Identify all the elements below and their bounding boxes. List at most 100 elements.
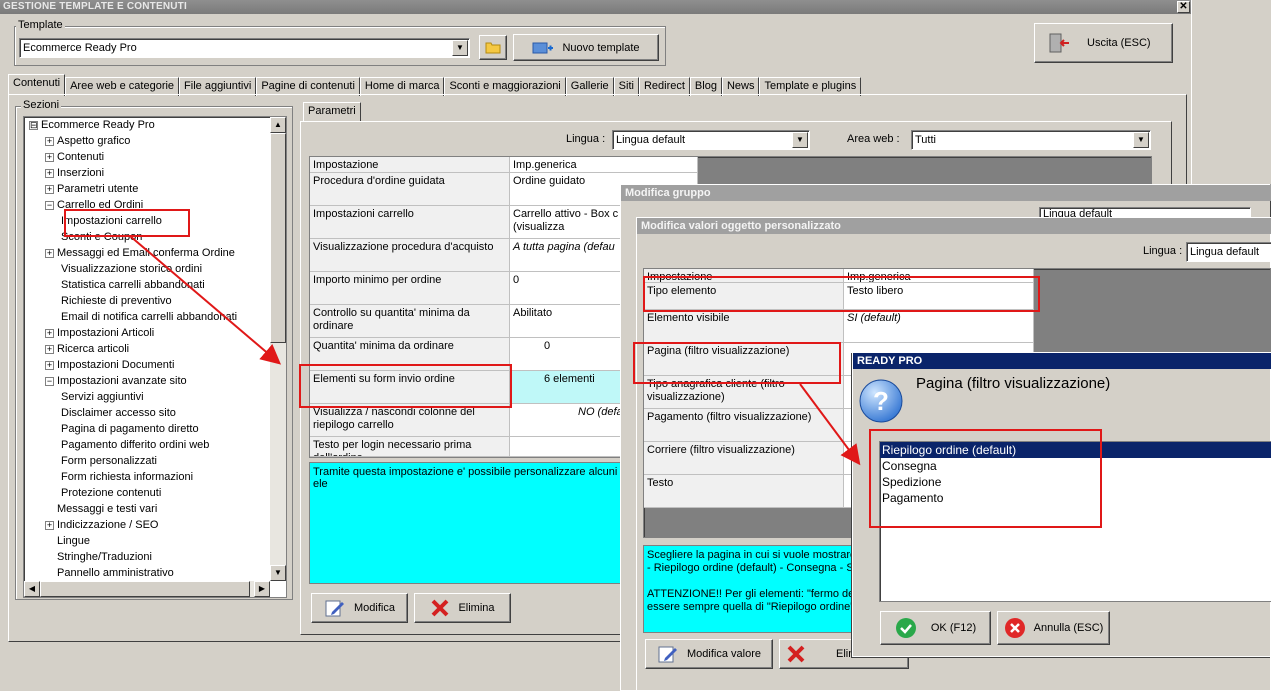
- new-template-icon: [532, 42, 554, 53]
- tree-item[interactable]: + Parametri utente: [45, 182, 138, 197]
- new-template-button[interactable]: Nuovo template: [513, 34, 659, 61]
- tree-item[interactable]: Disclaimer accesso sito: [61, 406, 176, 421]
- tree-expander-icon[interactable]: +: [45, 328, 54, 338]
- tree-item[interactable]: Messaggi e testi vari: [45, 502, 157, 517]
- dialog-ready-pro-title: READY PRO: [853, 353, 1271, 369]
- obj-lingua-select[interactable]: Lingua default: [1186, 242, 1271, 262]
- highlight-options: [869, 429, 1102, 528]
- tree-item-label: Messaggi ed Email conferma Ordine: [57, 247, 235, 259]
- tree-item[interactable]: Pagamento differito ordini web: [61, 438, 209, 453]
- tree-expander-icon[interactable]: +: [45, 248, 54, 258]
- lingua-select[interactable]: Lingua default ▼: [612, 130, 810, 150]
- cancel-button[interactable]: Annulla (ESC): [997, 611, 1110, 645]
- delete-button[interactable]: Elimina: [414, 593, 511, 623]
- tree-item[interactable]: Lingue: [45, 534, 90, 549]
- tree-expander-icon[interactable]: +: [45, 520, 54, 530]
- tree-item-label: Indicizzazione / SEO: [57, 519, 159, 531]
- tree-item[interactable]: + Aspetto grafico: [45, 134, 130, 149]
- tree-item-label: Form richiesta informazioni: [61, 471, 194, 483]
- ok-button[interactable]: OK (F12): [880, 611, 991, 645]
- tree-item-label: Pagamento differito ordini web: [61, 439, 210, 451]
- tree-expander-icon[interactable]: +: [45, 136, 54, 146]
- tree-item[interactable]: Statistica carrelli abbandonati: [61, 278, 205, 293]
- modify-value-button[interactable]: Modifica valore: [645, 639, 773, 669]
- tree-item[interactable]: Richieste di preventivo: [61, 294, 172, 309]
- lingua-label: Lingua :: [566, 133, 606, 145]
- area-web-label: Area web :: [847, 133, 900, 145]
- tree-item[interactable]: Pagina di pagamento diretto: [61, 422, 199, 437]
- tree-item[interactable]: Email di notifica carrelli abbandonati: [61, 310, 237, 325]
- template-group-label: Template: [16, 19, 65, 31]
- tree-item[interactable]: Pannello amministrativo: [45, 566, 174, 581]
- tree-item[interactable]: + Ricerca articoli: [45, 342, 129, 357]
- tree-item[interactable]: + Indicizzazione / SEO: [45, 518, 159, 533]
- tree-item-label: Impostazioni avanzate sito: [57, 375, 187, 387]
- tree-item-label: Parametri utente: [57, 183, 139, 195]
- sections-tree[interactable]: ⊟ Ecommerce Ready Pro + Aspetto grafico + Con…: [23, 116, 287, 598]
- highlight-tipo-elemento: [643, 276, 1040, 312]
- question-icon: ?: [858, 378, 904, 427]
- tree-item-label: Ricerca articoli: [57, 343, 130, 355]
- tree-item[interactable]: Visualizzazione storico ordini: [61, 262, 202, 277]
- tree-item-label: Email di notifica carrelli abbandonati: [61, 311, 238, 323]
- tree-expander-icon[interactable]: +: [45, 168, 54, 178]
- tree-item-label: Pagina di pagamento diretto: [61, 423, 199, 435]
- tree-expander-icon[interactable]: ⊟: [29, 120, 38, 130]
- tree-expander-icon[interactable]: +: [45, 360, 54, 370]
- tree-item-label: Contenuti: [57, 151, 105, 163]
- tree-scroll-thumb[interactable]: [270, 133, 286, 343]
- obj-setting-value[interactable]: SI (default): [844, 310, 1034, 343]
- close-icon[interactable]: ✕: [1177, 1, 1190, 13]
- tree-item-label: Statistica carrelli abbandonati: [61, 279, 205, 291]
- scroll-down-icon[interactable]: ▼: [270, 565, 286, 581]
- tree-vscrollbar[interactable]: ▲ ▼: [270, 117, 286, 581]
- tree-expander-icon[interactable]: +: [45, 152, 54, 162]
- obj-lingua-label: Lingua :: [1143, 245, 1183, 257]
- chevron-down-icon: ▼: [452, 40, 468, 56]
- scroll-left-icon[interactable]: ◀: [24, 581, 40, 597]
- tree-item[interactable]: + Contenuti: [45, 150, 104, 165]
- modify-button[interactable]: Modifica: [311, 593, 408, 623]
- tree-item[interactable]: Stringhe/Traduzioni: [45, 550, 152, 565]
- tree-item-label: Stringhe/Traduzioni: [57, 551, 152, 563]
- tree-item[interactable]: ⊟ Ecommerce Ready Pro: [29, 118, 155, 133]
- tree-item[interactable]: − Impostazioni avanzate sito: [45, 374, 187, 389]
- tree-expander-icon[interactable]: −: [45, 200, 54, 210]
- tree-item-label: Aspetto grafico: [57, 135, 131, 147]
- tree-item[interactable]: Form richiesta informazioni: [61, 470, 193, 485]
- template-select[interactable]: Ecommerce Ready Pro ▼: [19, 38, 470, 58]
- tree-item-label: Pannello amministrativo: [57, 567, 174, 579]
- main-tabs: Contenuti Aree web e categorie File aggiun…: [8, 72, 862, 96]
- obj-description: Scegliere la pagina in cui si vuole most…: [643, 545, 854, 633]
- tab-contenuti[interactable]: Contenuti: [8, 74, 66, 96]
- grid-setting-name: Testo per login necessario prima dell'or…: [310, 437, 510, 457]
- tree-item[interactable]: Form personalizzati: [61, 454, 157, 469]
- exit-button[interactable]: Uscita (ESC): [1034, 23, 1173, 63]
- folder-icon: [485, 42, 501, 54]
- tree-hscroll-thumb[interactable]: [40, 581, 250, 597]
- area-web-select[interactable]: Tutti ▼: [911, 130, 1151, 150]
- tree-expander-icon[interactable]: +: [45, 184, 54, 194]
- grid-setting-name: Impostazione: [310, 157, 510, 173]
- sections-label: Sezioni: [21, 99, 62, 111]
- tree-item[interactable]: + Messaggi ed Email conferma Ordine: [45, 246, 235, 261]
- obj-setting-name: Testo: [644, 475, 844, 508]
- highlight-elementi-form: [299, 364, 512, 408]
- tree-item[interactable]: Protezione contenuti: [61, 486, 161, 501]
- tree-item[interactable]: Servizi aggiuntivi: [61, 390, 144, 405]
- grid-setting-name: Impostazioni carrello: [310, 206, 510, 239]
- tree-item[interactable]: + Inserzioni: [45, 166, 104, 181]
- tree-item[interactable]: + Impostazioni Documenti: [45, 358, 174, 373]
- grid-setting-value[interactable]: Imp.generica: [510, 157, 698, 173]
- window-title: GESTIONE TEMPLATE E CONTENUTI: [0, 0, 1191, 14]
- tab-parametri[interactable]: Parametri: [303, 102, 361, 122]
- scroll-right-icon[interactable]: ▶: [254, 581, 270, 597]
- tree-hscrollbar[interactable]: ◀ ▶: [24, 581, 270, 597]
- tree-expander-icon[interactable]: +: [45, 344, 54, 354]
- open-folder-button[interactable]: [479, 35, 507, 60]
- tree-expander-icon[interactable]: −: [45, 376, 54, 386]
- tree-item[interactable]: + Impostazioni Articoli: [45, 326, 154, 341]
- dialog-modifica-gruppo-title: Modifica gruppo: [621, 185, 1271, 201]
- scroll-up-icon[interactable]: ▲: [270, 117, 286, 133]
- grid-setting-name: Visualizzazione procedura d'acquisto: [310, 239, 510, 272]
